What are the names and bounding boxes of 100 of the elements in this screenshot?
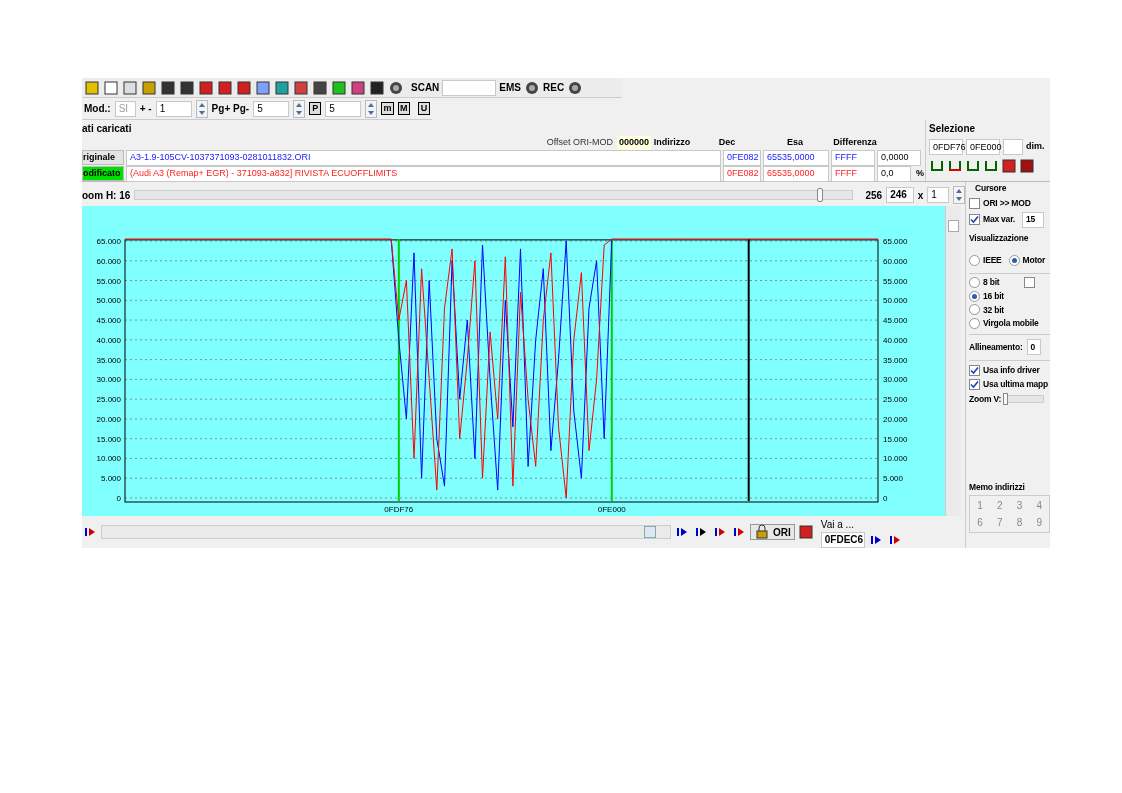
toolbar-icon[interactable] — [524, 79, 540, 96]
toolbar-icon[interactable] — [369, 79, 385, 96]
ori-button[interactable]: ORI — [750, 524, 795, 540]
toolbar-icon[interactable] — [217, 79, 233, 96]
toolbar-icon[interactable] — [350, 79, 366, 96]
label: Max var. — [983, 213, 1015, 226]
toolbar-icon[interactable] — [312, 79, 328, 96]
spinner-arrows-icon[interactable] — [293, 99, 306, 118]
spinner-arrows-icon[interactable] — [365, 99, 378, 118]
axis-label: 60.000 — [96, 256, 121, 266]
horizontal-scrollbar[interactable] — [101, 525, 671, 539]
radio-button[interactable] — [969, 255, 980, 267]
label: SCAN — [411, 81, 440, 95]
axis-label: 25.000 — [96, 395, 121, 405]
checkbox[interactable] — [969, 378, 980, 390]
radio-button[interactable] — [969, 318, 980, 330]
label: % — [916, 166, 924, 180]
input-field[interactable]: 0FE000 — [966, 139, 1000, 155]
axis-label: 50.000 — [96, 296, 121, 306]
input-field[interactable]: 5 — [253, 100, 290, 117]
page-button[interactable]: P — [309, 102, 322, 115]
label: Mod.: — [84, 102, 111, 116]
label: REC — [543, 81, 565, 95]
input-field[interactable]: 65535,0000 — [763, 149, 829, 166]
file-label[interactable]: riginale — [82, 150, 124, 165]
input-field[interactable]: 0 — [1026, 339, 1041, 355]
file-label[interactable]: odificato — [82, 166, 124, 181]
axis-label: 50.000 — [883, 296, 908, 306]
label: 32 bit — [983, 303, 1004, 317]
checkbox[interactable] — [1024, 276, 1036, 288]
axis-label: 10.000 — [96, 454, 121, 464]
checkbox[interactable] — [969, 197, 980, 209]
offset-value: 000000 — [617, 136, 652, 150]
slider-thumb[interactable] — [817, 188, 824, 202]
axis-label: 0 — [883, 494, 888, 503]
zoom-slider[interactable] — [1004, 394, 1045, 403]
label: Usa info driver — [983, 364, 1040, 377]
label: Cursore — [974, 182, 1008, 195]
input-field[interactable] — [1003, 139, 1023, 155]
label: 8 bit — [983, 276, 1000, 289]
label: Motor — [1022, 254, 1046, 267]
toolbar-icon[interactable] — [388, 79, 404, 96]
selection-icon[interactable] — [929, 158, 945, 174]
input-field[interactable]: 0,0000 — [877, 149, 921, 166]
toolbar-icon[interactable] — [179, 79, 195, 96]
axis-label: 40.000 — [883, 335, 908, 345]
label: Vai a ... — [820, 517, 855, 532]
input-field[interactable]: 0FE082 — [723, 149, 761, 166]
label: Indirizzo — [653, 136, 691, 149]
label: Pg+ Pg- — [211, 102, 250, 116]
axis-label: 0 — [116, 494, 121, 503]
radio-button[interactable] — [969, 290, 980, 302]
toolbar-icon[interactable] — [160, 79, 176, 96]
label: Selezione — [929, 122, 977, 136]
axis-label: 10.000 — [883, 454, 908, 464]
toolbar-icon[interactable] — [293, 79, 309, 96]
axis-label: 5.000 — [100, 474, 121, 484]
checkbox[interactable] — [969, 364, 980, 376]
axis-label: 0FE000 — [597, 505, 626, 514]
spinner-arrows-icon[interactable] — [953, 186, 965, 204]
input-field[interactable]: 0FDEC6 — [820, 531, 865, 548]
radio-button[interactable] — [1008, 255, 1020, 267]
axis-label: 60.000 — [883, 256, 908, 266]
vertical-scrollbar[interactable] — [945, 206, 961, 516]
input-field[interactable]: 1 — [927, 187, 949, 203]
radio-button[interactable] — [969, 304, 980, 316]
toolbar-icon[interactable] — [567, 79, 584, 96]
input-field[interactable]: 0FDF76 — [929, 139, 963, 155]
input-field[interactable]: FFFF — [831, 149, 875, 166]
axis-label: 30.000 — [96, 375, 121, 385]
toolbar-icon[interactable] — [236, 79, 252, 96]
radio-button[interactable] — [969, 276, 980, 288]
axis-label: 15.000 — [883, 434, 908, 444]
input-field[interactable]: 15 — [1021, 211, 1044, 228]
input-field[interactable]: 1 — [155, 100, 192, 117]
input-field[interactable]: 5 — [325, 100, 362, 117]
label: Zoom V: — [969, 392, 1002, 406]
lock-icon[interactable] — [754, 524, 770, 540]
label: ORI >> MOD — [983, 196, 1031, 210]
checkbox[interactable] — [969, 214, 980, 225]
label: Offset ORI-MOD — [546, 136, 613, 149]
selection-icon[interactable] — [947, 158, 963, 174]
axis-label: 35.000 — [883, 355, 908, 365]
axis-label: 40.000 — [96, 335, 121, 345]
zoom-slider[interactable] — [134, 190, 854, 200]
u-button[interactable]: U — [417, 102, 431, 115]
spinner-arrows-icon[interactable] — [195, 99, 208, 118]
file-name-field[interactable]: A3-1.9-105CV-1037371093-0281011832.ORI — [126, 149, 721, 166]
selection-icon[interactable] — [965, 158, 981, 174]
axis-label: 45.000 — [96, 316, 121, 326]
input-field[interactable]: 246 — [886, 187, 914, 203]
toolbar-icon[interactable] — [198, 79, 214, 96]
min-button[interactable]: m — [381, 102, 394, 115]
axis-label: 65.000 — [96, 237, 121, 246]
slider-thumb[interactable] — [1003, 392, 1009, 405]
label: 256 — [865, 188, 883, 203]
label: EMS — [499, 81, 521, 95]
max-button[interactable]: M — [397, 102, 410, 115]
axis-label: 35.000 — [96, 355, 121, 365]
selection-icon[interactable] — [983, 158, 999, 174]
